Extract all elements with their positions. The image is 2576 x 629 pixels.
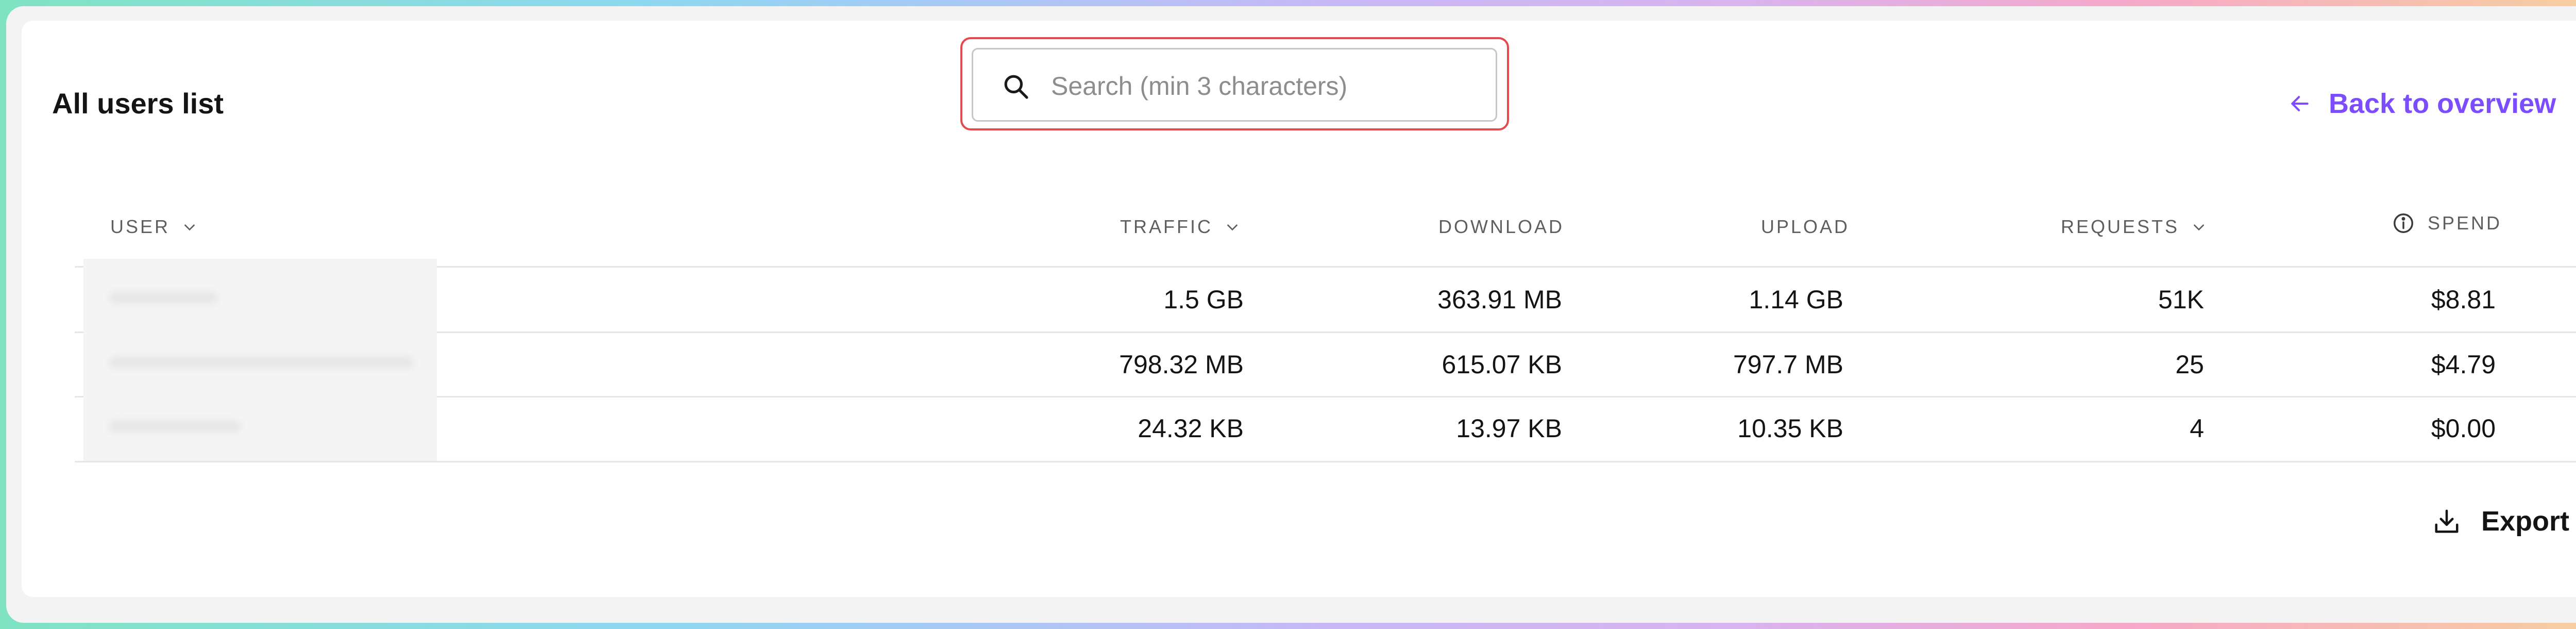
row-divider xyxy=(75,396,2576,398)
column-header-traffic[interactable]: TRAFFIC xyxy=(1120,216,1241,238)
cell-upload: 10.35 KB xyxy=(1737,414,1843,443)
cell-requests: 51K xyxy=(2158,285,2204,314)
back-to-overview-link[interactable]: Back to overview xyxy=(2289,88,2556,120)
redacted-user-name xyxy=(109,421,241,432)
column-header-label: UPLOAD xyxy=(1761,216,1850,237)
cell-download: 13.97 KB xyxy=(1456,414,1562,443)
redacted-user-name xyxy=(109,292,217,303)
chevron-down-icon xyxy=(1227,224,1238,231)
search-icon xyxy=(1004,75,1028,99)
cell-requests: 4 xyxy=(2190,414,2204,443)
cell-upload: 1.14 GB xyxy=(1749,285,1843,314)
column-header-label: USER xyxy=(110,216,171,237)
column-header-user[interactable]: USER xyxy=(110,216,198,238)
export-label: Export xyxy=(2481,506,2570,537)
page-title: All users list xyxy=(52,87,224,120)
cell-download: 615.07 KB xyxy=(1442,350,1562,379)
row-divider xyxy=(75,461,2576,462)
row-divider xyxy=(75,332,2576,333)
column-header-upload: UPLOAD xyxy=(1761,216,1850,238)
column-header-label: TRAFFIC xyxy=(1120,216,1213,237)
download-icon xyxy=(2435,509,2459,533)
cell-traffic: 24.32 KB xyxy=(1138,414,1244,443)
cell-spend: $4.79 xyxy=(2431,350,2496,379)
column-header-label: DOWNLOAD xyxy=(1438,216,1565,237)
info-icon[interactable] xyxy=(2392,211,2415,235)
chevron-down-icon xyxy=(2193,224,2205,231)
column-header-requests[interactable]: REQUESTS xyxy=(2061,216,2207,238)
back-link-label: Back to overview xyxy=(2329,88,2556,119)
chevron-down-icon xyxy=(184,224,195,231)
redacted-user-name xyxy=(109,357,413,368)
column-header-download: DOWNLOAD xyxy=(1438,216,1564,238)
arrow-left-icon xyxy=(2291,96,2309,111)
export-button[interactable]: Export xyxy=(2433,505,2569,537)
cell-spend: $0.00 xyxy=(2431,414,2496,443)
cell-requests: 25 xyxy=(2175,350,2204,379)
cell-traffic: 798.32 MB xyxy=(1119,350,1244,379)
cell-download: 363.91 MB xyxy=(1437,285,1562,314)
cell-traffic: 1.5 GB xyxy=(1163,285,1244,314)
search-box[interactable] xyxy=(972,48,1497,122)
user-column-redacted xyxy=(83,259,437,461)
row-divider xyxy=(75,266,2576,268)
column-header-spend: SPEND xyxy=(2392,211,2502,235)
search-input[interactable] xyxy=(1050,60,1480,112)
cell-upload: 797.7 MB xyxy=(1733,350,1843,379)
column-header-label: SPEND xyxy=(2428,212,2502,234)
column-header-label: REQUESTS xyxy=(2061,216,2180,237)
cell-spend: $8.81 xyxy=(2431,285,2496,314)
